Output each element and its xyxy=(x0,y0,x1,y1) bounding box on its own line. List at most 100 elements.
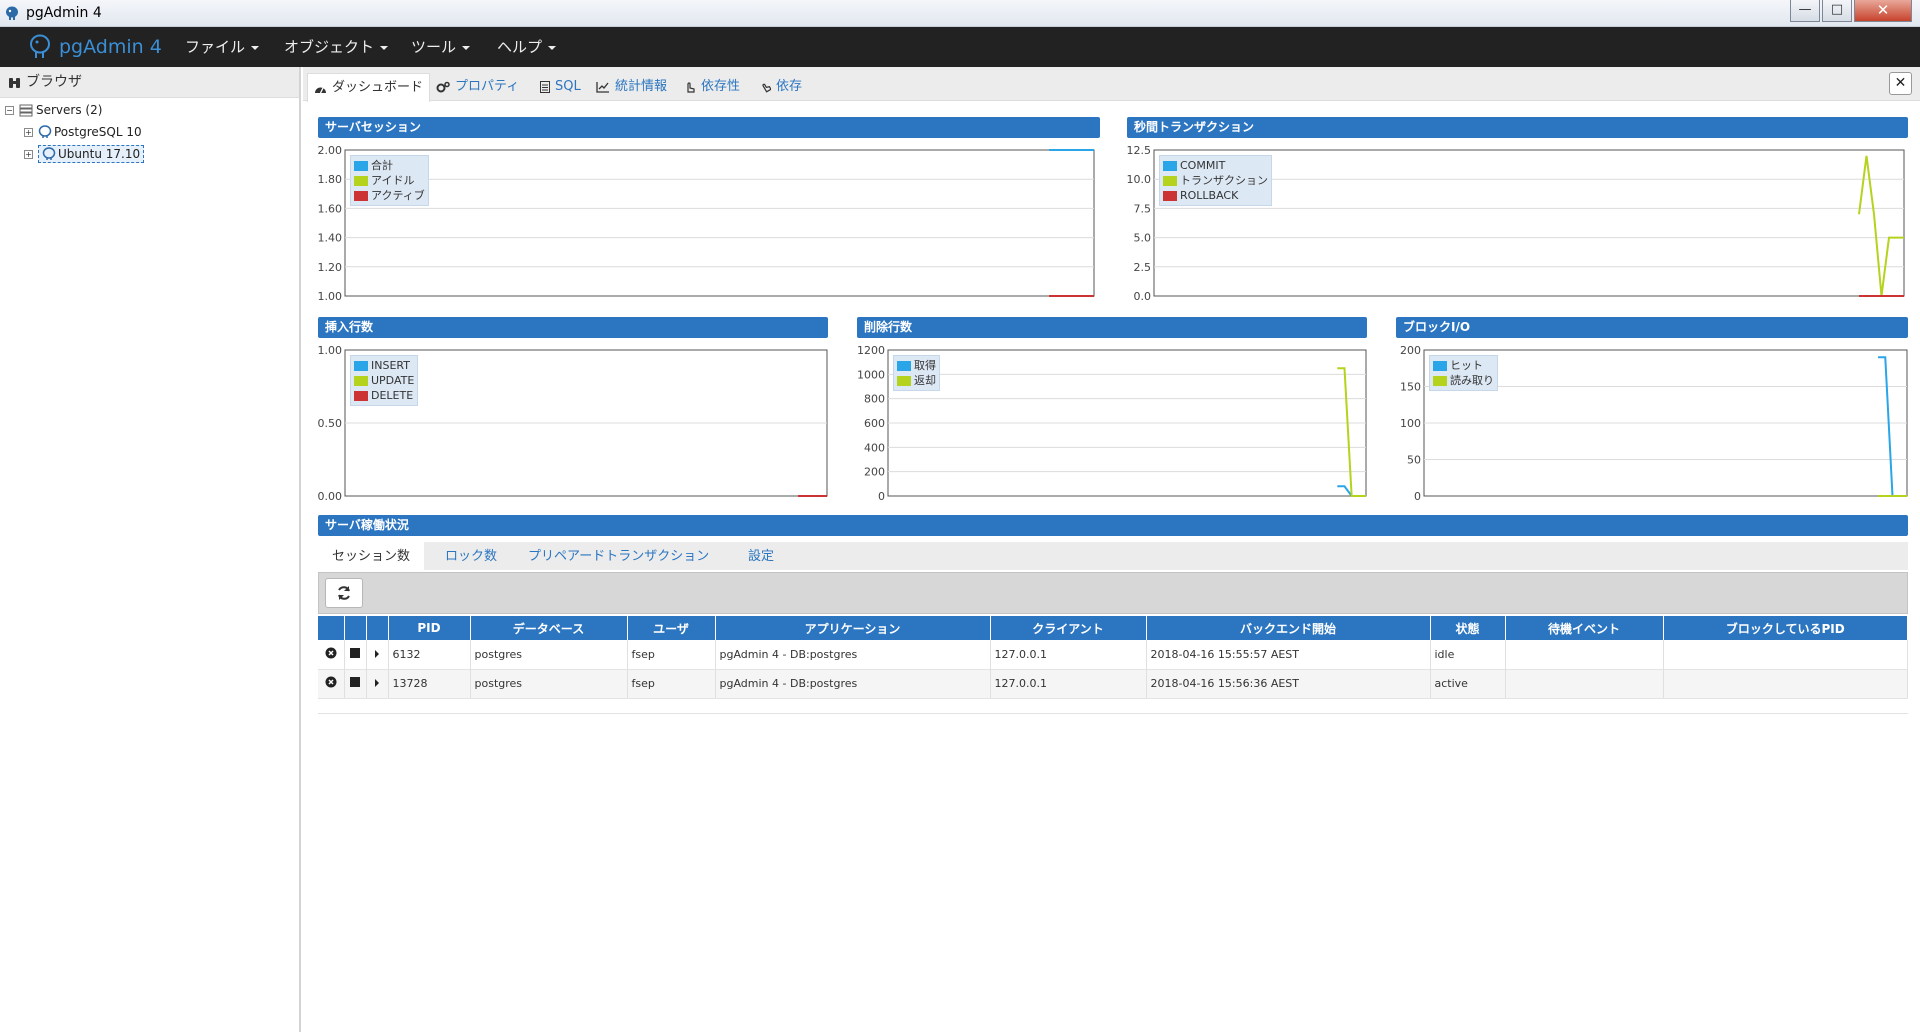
file-text-icon xyxy=(540,81,550,93)
legend-entry: 取得 xyxy=(897,358,936,373)
panel-header-tps: 秒間トランザクション xyxy=(1127,117,1908,138)
panel-header-server-sessions: サーバセッション xyxy=(318,117,1100,138)
legend-swatch xyxy=(354,175,368,186)
legend-label: 合計 xyxy=(371,159,393,172)
cell-application: pgAdmin 4 - DB:postgres xyxy=(715,640,991,670)
menu-help[interactable]: ヘルプ xyxy=(497,27,556,67)
legend-entry: INSERT xyxy=(354,358,414,373)
legend-label: 取得 xyxy=(914,359,936,372)
y-tick-label: 150 xyxy=(1400,381,1421,394)
col-expand xyxy=(366,616,389,640)
terminate-session-button[interactable] xyxy=(318,640,345,670)
browser-panel: ブラウザ − Servers (2) + PostgreSQL 10 + Ubu… xyxy=(0,67,301,1032)
line-chart-icon xyxy=(596,82,609,93)
hand-point-up-icon xyxy=(762,83,771,93)
menu-file[interactable]: ファイル xyxy=(185,27,259,67)
tab-statistics[interactable]: 統計情報 xyxy=(590,73,673,101)
table-header-row: PID データベース ユーザ アプリケーション クライアント バックエンド開始 … xyxy=(318,616,1908,640)
col-client[interactable]: クライアント xyxy=(990,616,1147,640)
caret-right-icon xyxy=(375,649,379,658)
app-menubar: pgAdmin 4 ファイル オブジェクト ツール ヘルプ xyxy=(0,27,1920,67)
panel-header-tuples-in: 挿入行数 xyxy=(318,317,828,338)
y-tick-label: 1200 xyxy=(857,344,885,357)
cell-pid: 6132 xyxy=(388,640,471,670)
y-tick-label: 400 xyxy=(864,441,885,454)
cell-blocking-pids xyxy=(1663,640,1908,670)
caret-right-icon xyxy=(375,679,379,687)
col-terminate xyxy=(318,616,345,640)
tree-selected-item[interactable]: Ubuntu 17.10 xyxy=(38,145,145,163)
refresh-button[interactable] xyxy=(325,578,363,608)
tab-label: SQL xyxy=(555,79,581,94)
col-backend-start[interactable]: バックエンド開始 xyxy=(1146,616,1431,640)
tab-dependents[interactable]: 依存 xyxy=(753,73,808,101)
refresh-icon xyxy=(338,586,350,600)
pgadmin-logo-icon xyxy=(30,34,50,58)
subtab-locks[interactable]: ロック数 xyxy=(431,542,511,570)
legend-entry: ROLLBACK xyxy=(1163,188,1268,203)
legend-entry: 返却 xyxy=(897,373,936,388)
y-tick-label: 0.0 xyxy=(1134,290,1152,303)
subtab-sessions[interactable]: セッション数 xyxy=(318,542,425,570)
cell-user: fsep xyxy=(627,640,716,670)
table-row[interactable]: 6132 postgres fsep pgAdmin 4 - DB:postgr… xyxy=(318,640,1908,670)
subtab-configuration[interactable]: 設定 xyxy=(734,542,788,570)
col-state[interactable]: 状態 xyxy=(1430,616,1506,640)
col-user[interactable]: ユーザ xyxy=(627,616,716,640)
tab-label: プロパティ xyxy=(455,79,520,94)
expand-icon[interactable]: + xyxy=(24,149,33,159)
times-circle-icon xyxy=(325,676,337,688)
legend-entry: 読み取り xyxy=(1433,373,1494,388)
gears-icon xyxy=(436,81,450,93)
y-tick-label: 1.20 xyxy=(318,261,343,274)
expand-icon[interactable]: + xyxy=(24,127,33,137)
legend-entry: UPDATE xyxy=(354,373,414,388)
cancel-query-button[interactable] xyxy=(344,640,367,670)
col-database[interactable]: データベース xyxy=(470,616,628,640)
legend-entry: トランザクション xyxy=(1163,173,1268,188)
y-tick-label: 0.50 xyxy=(318,417,343,430)
legend-entry: DELETE xyxy=(354,388,414,403)
col-application[interactable]: アプリケーション xyxy=(715,616,991,640)
y-tick-label: 50 xyxy=(1407,454,1421,467)
tab-label: 依存 xyxy=(776,79,803,94)
subtab-prepared-transactions[interactable]: プリペアードトランザクション xyxy=(514,542,723,570)
tab-sql[interactable]: SQL xyxy=(534,73,587,101)
legend-entry: アクティブ xyxy=(354,188,425,203)
col-pid[interactable]: PID xyxy=(388,616,471,640)
legend-label: UPDATE xyxy=(371,374,415,387)
brand[interactable]: pgAdmin 4 xyxy=(28,33,162,61)
menu-tools[interactable]: ツール xyxy=(411,27,470,67)
tab-properties[interactable]: プロパティ xyxy=(430,73,525,101)
maximize-button[interactable]: □ xyxy=(1822,0,1852,22)
collapse-icon[interactable]: − xyxy=(5,105,14,115)
sessions-table: PID データベース ユーザ アプリケーション クライアント バックエンド開始 … xyxy=(318,616,1908,699)
tree-item-postgresql-10[interactable]: + PostgreSQL 10 xyxy=(24,123,142,141)
y-tick-label: 600 xyxy=(864,417,885,430)
cell-database: postgres xyxy=(470,640,628,670)
tree-item-servers[interactable]: − Servers (2) xyxy=(5,101,102,119)
legend-swatch xyxy=(354,375,368,386)
col-blocking-pids[interactable]: ブロックしているPID xyxy=(1663,616,1908,640)
menu-object[interactable]: オブジェクト xyxy=(284,27,388,67)
close-window-button[interactable]: ✕ xyxy=(1854,0,1912,22)
legend-entry: 合計 xyxy=(354,158,425,173)
y-tick-label: 100 xyxy=(1400,417,1421,430)
legend-swatch xyxy=(1163,175,1177,186)
y-tick-label: 2.5 xyxy=(1134,261,1152,274)
binoculars-icon xyxy=(9,78,20,88)
panel-header-tuples-out: 削除行数 xyxy=(857,317,1367,338)
chart-tps: 12.5 10.0 7.5 5.0 2.5 0.0 COMMIT トランザクション ROLLBA… xyxy=(1112,142,1908,306)
tree-label: Ubuntu 17.10 xyxy=(58,147,141,161)
tree-item-ubuntu-1710[interactable]: + Ubuntu 17.10 xyxy=(24,145,145,163)
tab-dashboard[interactable]: ダッシュボード xyxy=(307,73,431,102)
y-tick-label: 0 xyxy=(1414,490,1421,503)
cell-backend-start: 2018-04-16 15:55:57 AEST xyxy=(1146,640,1431,670)
tab-dependencies[interactable]: 依存性 xyxy=(678,73,746,101)
close-tab-button[interactable]: ✕ xyxy=(1889,72,1912,95)
col-wait-event[interactable]: 待機イベント xyxy=(1505,616,1664,640)
y-tick-label: 1.00 xyxy=(318,344,343,357)
minimize-button[interactable]: — xyxy=(1790,0,1820,22)
chart-tuples-in: 1.00 0.50 0.00 INSERT UPDATE DELETE xyxy=(303,342,831,506)
expand-row-button[interactable] xyxy=(366,640,389,670)
